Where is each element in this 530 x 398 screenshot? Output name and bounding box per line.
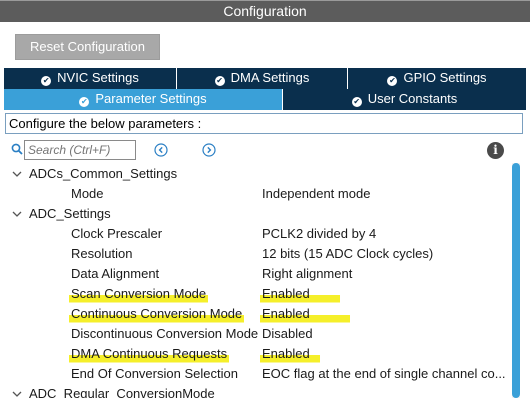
tab-user-constants[interactable]: ✔ User Constants — [283, 89, 526, 110]
group-label: ADCs_Common_Settings — [29, 166, 178, 181]
configure-prompt: Configure the below parameters : — [5, 113, 523, 134]
param-row[interactable]: DMA Continuous Requests Enabled — [0, 344, 512, 364]
search-previous-icon[interactable] — [154, 143, 168, 157]
group-label: ADC_Regular_ConversionMode — [29, 386, 215, 398]
tab-nvic-settings[interactable]: ✔ NVIC Settings — [4, 68, 177, 89]
tab-row-2: ✔ Parameter Settings ✔ User Constants — [4, 89, 526, 110]
group-label: ADC_Settings — [29, 206, 111, 221]
param-value: Enabled — [260, 304, 350, 324]
tab-row-1: ✔ NVIC Settings ✔ DMA Settings ✔ GPIO Setti… — [4, 68, 526, 89]
tab-parameter-settings[interactable]: ✔ Parameter Settings — [4, 89, 283, 110]
param-name: Data Alignment — [71, 266, 160, 281]
search-icon — [11, 143, 23, 155]
check-circle-icon: ✔ — [387, 76, 398, 86]
param-row[interactable]: Scan Conversion Mode Enabled — [0, 284, 512, 304]
param-row[interactable]: Clock Prescaler PCLK2 divided by 4 — [0, 224, 512, 244]
param-value: Right alignment — [262, 266, 353, 281]
param-name: Scan Conversion Mode — [69, 284, 209, 304]
chevron-down-icon[interactable] — [11, 204, 23, 224]
check-circle-icon: ✔ — [41, 76, 52, 86]
param-row[interactable]: Mode Independent mode — [0, 184, 512, 204]
scrollbar-thumb[interactable] — [512, 163, 520, 398]
tab-gpio-settings[interactable]: ✔ GPIO Settings — [348, 68, 526, 89]
param-row[interactable]: Discontinuous Conversion Mode Disabled — [0, 324, 512, 344]
tree-group-adc-regular-conversionmode[interactable]: ADC_Regular_ConversionMode — [0, 384, 512, 398]
info-icon[interactable]: i — [487, 142, 504, 159]
tab-dma-settings[interactable]: ✔ DMA Settings — [177, 68, 348, 89]
tab-label: NVIC Settings — [57, 70, 139, 85]
param-value: 12 bits (15 ADC Clock cycles) — [262, 246, 434, 261]
param-row[interactable]: Continuous Conversion Mode Enabled — [0, 304, 512, 324]
tree-group-adcs-common-settings[interactable]: ADCs_Common_Settings — [0, 164, 512, 184]
check-circle-icon: ✔ — [79, 97, 90, 107]
param-value: Enabled — [260, 344, 320, 364]
param-value: Enabled — [260, 284, 340, 304]
param-name: DMA Continuous Requests — [69, 344, 230, 364]
tab-label: DMA Settings — [230, 70, 310, 85]
chevron-down-icon[interactable] — [11, 384, 23, 398]
tree-group-adc-settings[interactable]: ADC_Settings — [0, 204, 512, 224]
param-value: Independent mode — [262, 186, 371, 201]
param-value: PCLK2 divided by 4 — [262, 226, 377, 241]
param-row[interactable]: Data Alignment Right alignment — [0, 264, 512, 284]
param-name: Continuous Conversion Mode — [69, 304, 245, 324]
reset-configuration-button[interactable]: Reset Configuration — [15, 34, 160, 60]
chevron-down-icon[interactable] — [11, 164, 23, 184]
tab-label: User Constants — [367, 91, 458, 106]
search-input[interactable] — [24, 140, 136, 160]
param-row[interactable]: Resolution 12 bits (15 ADC Clock cycles) — [0, 244, 512, 264]
param-name: Discontinuous Conversion Mode — [71, 326, 259, 341]
check-circle-icon: ✔ — [214, 76, 225, 86]
param-name: Clock Prescaler — [71, 226, 163, 241]
check-circle-icon: ✔ — [351, 97, 362, 107]
param-name: Mode — [71, 186, 104, 201]
parameter-tree: ADCs_Common_Settings Mode Independent mo… — [0, 163, 512, 398]
tab-label: GPIO Settings — [403, 70, 487, 85]
param-name: Resolution — [71, 246, 133, 261]
panel-title: Configuration — [0, 0, 530, 22]
search-next-icon[interactable] — [202, 143, 216, 157]
tab-label: Parameter Settings — [95, 91, 207, 106]
param-name: End Of Conversion Selection — [71, 366, 238, 381]
param-value: EOC flag at the end of single channel co… — [262, 366, 506, 381]
param-value: Disabled — [262, 326, 313, 341]
param-row[interactable]: End Of Conversion Selection EOC flag at … — [0, 364, 512, 384]
